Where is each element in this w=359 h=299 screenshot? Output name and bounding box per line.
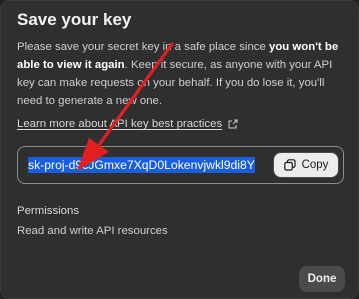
copy-button[interactable]: Copy	[273, 152, 339, 178]
learn-more-label: Learn more about API key best practices	[17, 118, 223, 130]
permissions-heading: Permissions	[17, 205, 80, 217]
copy-button-label: Copy	[301, 159, 329, 171]
external-link-icon	[228, 119, 238, 129]
secret-key-field: sk-proj-d9cJGmxe7XqD0Lokenvjwkl9di8Y Cop…	[17, 146, 344, 184]
done-button[interactable]: Done	[299, 266, 345, 292]
copy-icon	[283, 159, 296, 171]
secret-key-value: sk-proj-d9cJGmxe7XqD0Lokenvjwkl9di8Y	[28, 157, 255, 173]
learn-more-link[interactable]: Learn more about API key best practices	[17, 118, 238, 130]
dialog-description: Please save your secret key in a safe pl…	[17, 38, 347, 110]
permissions-value: Read and write API resources	[17, 225, 168, 237]
secret-key-input[interactable]: sk-proj-d9cJGmxe7XqD0Lokenvjwkl9di8Y	[28, 156, 283, 174]
save-key-dialog: Save your key Please save your secret ke…	[0, 0, 359, 299]
description-text-1: Please save your secret key in a safe pl…	[17, 41, 269, 53]
dialog-title: Save your key	[17, 10, 132, 29]
